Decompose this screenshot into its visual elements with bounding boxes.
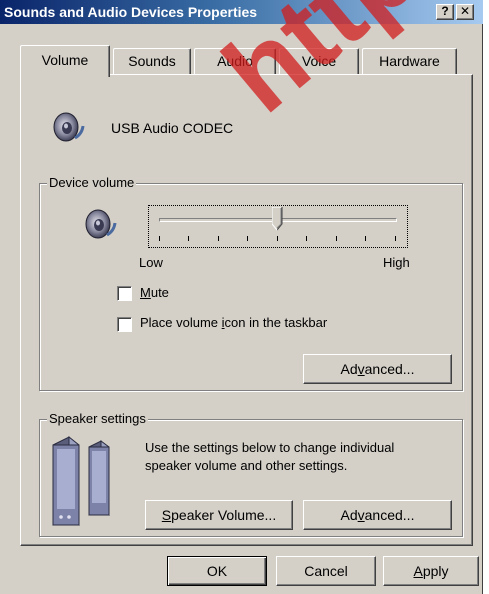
tab-hardware[interactable]: Hardware — [362, 48, 457, 74]
speaker-volume-button[interactable]: Speaker Volume... — [145, 500, 293, 530]
tab-sounds[interactable]: Sounds — [113, 48, 191, 74]
slider-tick — [306, 236, 307, 241]
slider-tick — [395, 236, 396, 241]
window-title: Sounds and Audio Devices Properties — [4, 4, 258, 20]
close-icon: ✕ — [459, 4, 471, 18]
slider-high-label: High — [383, 255, 410, 270]
taskbar-icon-checkbox[interactable] — [117, 317, 132, 332]
tab-voice[interactable]: Voice — [279, 48, 359, 74]
tab-volume[interactable]: Volume — [20, 45, 110, 77]
speaker-icon — [85, 209, 117, 239]
slider-tick — [247, 236, 248, 241]
tab-sounds-label: Sounds — [128, 53, 176, 69]
close-button[interactable]: ✕ — [456, 4, 474, 20]
slider-tick — [277, 236, 278, 241]
tab-hardware-label: Hardware — [379, 53, 440, 69]
device-advanced-button[interactable]: Advanced... — [303, 354, 452, 384]
speaker-advanced-button[interactable]: Advanced... — [303, 500, 452, 530]
speaker-description-line2: speaker volume and other settings. — [145, 458, 348, 473]
slider-tick — [218, 236, 219, 241]
speaker-description-line1: Use the settings below to change individ… — [145, 440, 395, 455]
ok-button[interactable]: OK — [167, 556, 267, 586]
help-button[interactable]: ? — [436, 4, 454, 20]
slider-tick — [336, 236, 337, 241]
slider-tick — [159, 236, 160, 241]
device-name: USB Audio CODEC — [111, 120, 234, 136]
speaker-settings-label: Speaker settings — [47, 411, 148, 426]
help-icon: ? — [441, 4, 449, 18]
slider-low-label: Low — [139, 255, 163, 270]
mute-label[interactable]: Mute — [140, 285, 169, 300]
device-volume-label: Device volume — [47, 175, 137, 190]
slider-thumb[interactable] — [272, 207, 283, 231]
tab-volume-label: Volume — [41, 52, 89, 68]
cancel-button[interactable]: Cancel — [276, 556, 376, 586]
slider-tick — [188, 236, 189, 241]
dialog-window: Sounds and Audio Devices Properties ? ✕ … — [0, 0, 483, 594]
apply-button[interactable]: Apply — [383, 556, 479, 586]
tab-audio[interactable]: Audio — [194, 48, 276, 74]
mute-checkbox[interactable] — [117, 286, 132, 301]
taskbar-icon-label[interactable]: Place volume icon in the taskbar — [140, 315, 327, 330]
tab-audio-label: Audio — [217, 53, 253, 69]
speaker-icon — [53, 112, 85, 142]
slider-tick — [365, 236, 366, 241]
tab-voice-label: Voice — [301, 53, 337, 69]
title-bar[interactable]: Sounds and Audio Devices Properties ? ✕ — [0, 0, 483, 24]
speakers-icon — [52, 435, 110, 527]
volume-slider[interactable] — [148, 205, 408, 248]
volume-tab-panel: USB Audio CODEC Device volume Low High M… — [20, 74, 473, 546]
